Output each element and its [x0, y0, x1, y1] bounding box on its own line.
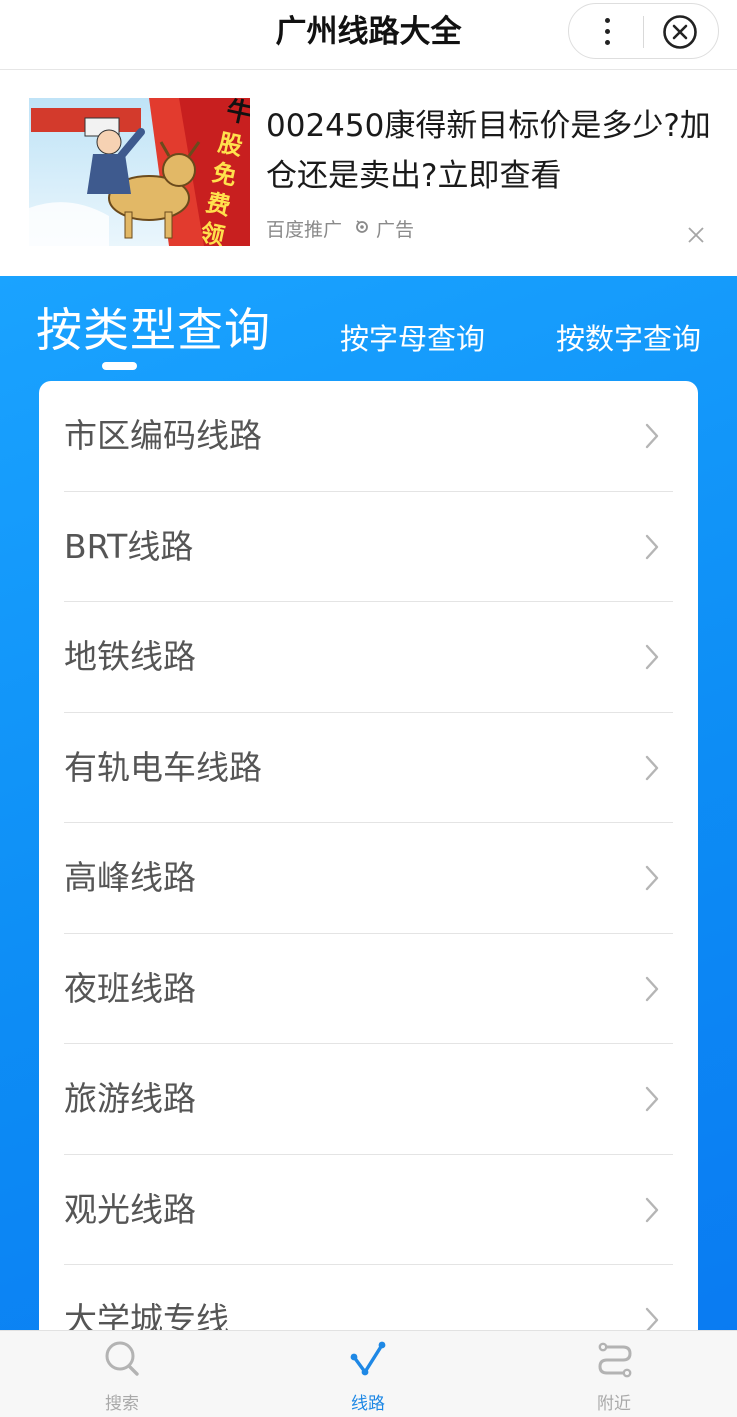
bottom-tab-bar: 搜索 线路 附近 — [0, 1330, 737, 1417]
chevron-right-icon — [645, 865, 659, 891]
search-icon — [105, 1341, 139, 1376]
more-dot-icon — [605, 40, 610, 45]
chevron-right-icon — [645, 534, 659, 559]
ad-image[interactable]: 牛 股 免 费 领 — [29, 98, 250, 246]
tabbar-item-nearby[interactable]: 附近 — [554, 1331, 674, 1417]
route-item-label: 夜班线路 — [64, 968, 196, 1008]
route-item-brt[interactable]: BRT线路 — [64, 492, 673, 602]
tab-by-type[interactable]: 按类型查询 — [36, 294, 271, 360]
nearby-icon — [598, 1342, 632, 1378]
more-dot-icon — [605, 18, 610, 23]
tabbar-label: 搜索 — [105, 1394, 139, 1414]
route-item-label: 观光线路 — [64, 1189, 196, 1229]
ad-close-button[interactable] — [686, 225, 706, 245]
more-dot-icon — [605, 29, 610, 34]
chevron-right-icon — [645, 976, 659, 1001]
ad-tag-icon — [354, 218, 370, 240]
tabbar-item-search[interactable]: 搜索 — [62, 1331, 182, 1417]
route-item-urban-coded[interactable]: 市区编码线路 — [64, 381, 673, 492]
ad-illustration: 牛 股 免 费 领 — [29, 98, 250, 246]
mini-program-capsule — [568, 3, 719, 59]
route-list: 市区编码线路 BRT线路 地铁线路 有轨电车线路 高峰线路 夜班线路 旅游线路 … — [39, 381, 698, 1376]
close-miniprogram-button[interactable] — [644, 4, 718, 58]
chevron-right-icon — [645, 755, 659, 780]
close-circle-icon — [663, 15, 697, 49]
ad-meta: 百度推广 广告 — [266, 215, 414, 242]
route-item-label: 地铁线路 — [64, 637, 196, 676]
route-item-peak[interactable]: 高峰线路 — [64, 823, 673, 934]
chevron-right-icon — [645, 644, 659, 670]
ad-source: 百度推广 — [266, 219, 343, 241]
chevron-right-icon — [645, 423, 659, 449]
more-options-button[interactable] — [569, 4, 643, 58]
svg-text:牛: 牛 — [224, 98, 250, 130]
ad-tag: 广告 — [376, 219, 415, 241]
tabbar-label: 线路 — [351, 1394, 385, 1414]
route-item-tourism[interactable]: 旅游线路 — [64, 1044, 673, 1155]
route-item-label: 旅游线路 — [64, 1079, 196, 1118]
chevron-right-icon — [645, 1086, 659, 1112]
route-item-metro[interactable]: 地铁线路 — [64, 602, 673, 713]
active-tab-indicator — [102, 362, 137, 370]
route-icon — [350, 1341, 386, 1376]
svg-text:领: 领 — [198, 218, 227, 246]
chevron-right-icon — [645, 1197, 659, 1222]
route-item-label: 有轨电车线路 — [64, 747, 262, 787]
route-item-night[interactable]: 夜班线路 — [64, 934, 673, 1044]
ad-banner[interactable]: 牛 股 免 费 领 002450康得新目标价是多少?加仓还是卖出?立即查看 百度… — [0, 71, 737, 276]
route-item-label: 市区编码线路 — [64, 416, 262, 455]
tabbar-label: 附近 — [597, 1394, 631, 1414]
route-item-label: 高峰线路 — [64, 858, 196, 897]
tabbar-item-routes[interactable]: 线路 — [308, 1331, 428, 1417]
tab-by-number[interactable]: 按数字查询 — [556, 316, 701, 358]
route-category-panel: 按类型查询 按字母查询 按数字查询 市区编码线路 BRT线路 地铁线路 有轨电车… — [0, 276, 737, 1381]
route-list-card: 市区编码线路 BRT线路 地铁线路 有轨电车线路 高峰线路 夜班线路 旅游线路 … — [39, 381, 698, 1381]
tab-by-letter[interactable]: 按字母查询 — [340, 316, 485, 358]
route-item-sightseeing[interactable]: 观光线路 — [64, 1155, 673, 1265]
ad-headline[interactable]: 002450康得新目标价是多少?加仓还是卖出?立即查看 — [266, 101, 716, 201]
route-item-label: BRT线路 — [64, 526, 194, 566]
title-bar: 广州线路大全 — [0, 0, 737, 70]
route-item-tram[interactable]: 有轨电车线路 — [64, 713, 673, 823]
close-icon — [688, 227, 704, 243]
